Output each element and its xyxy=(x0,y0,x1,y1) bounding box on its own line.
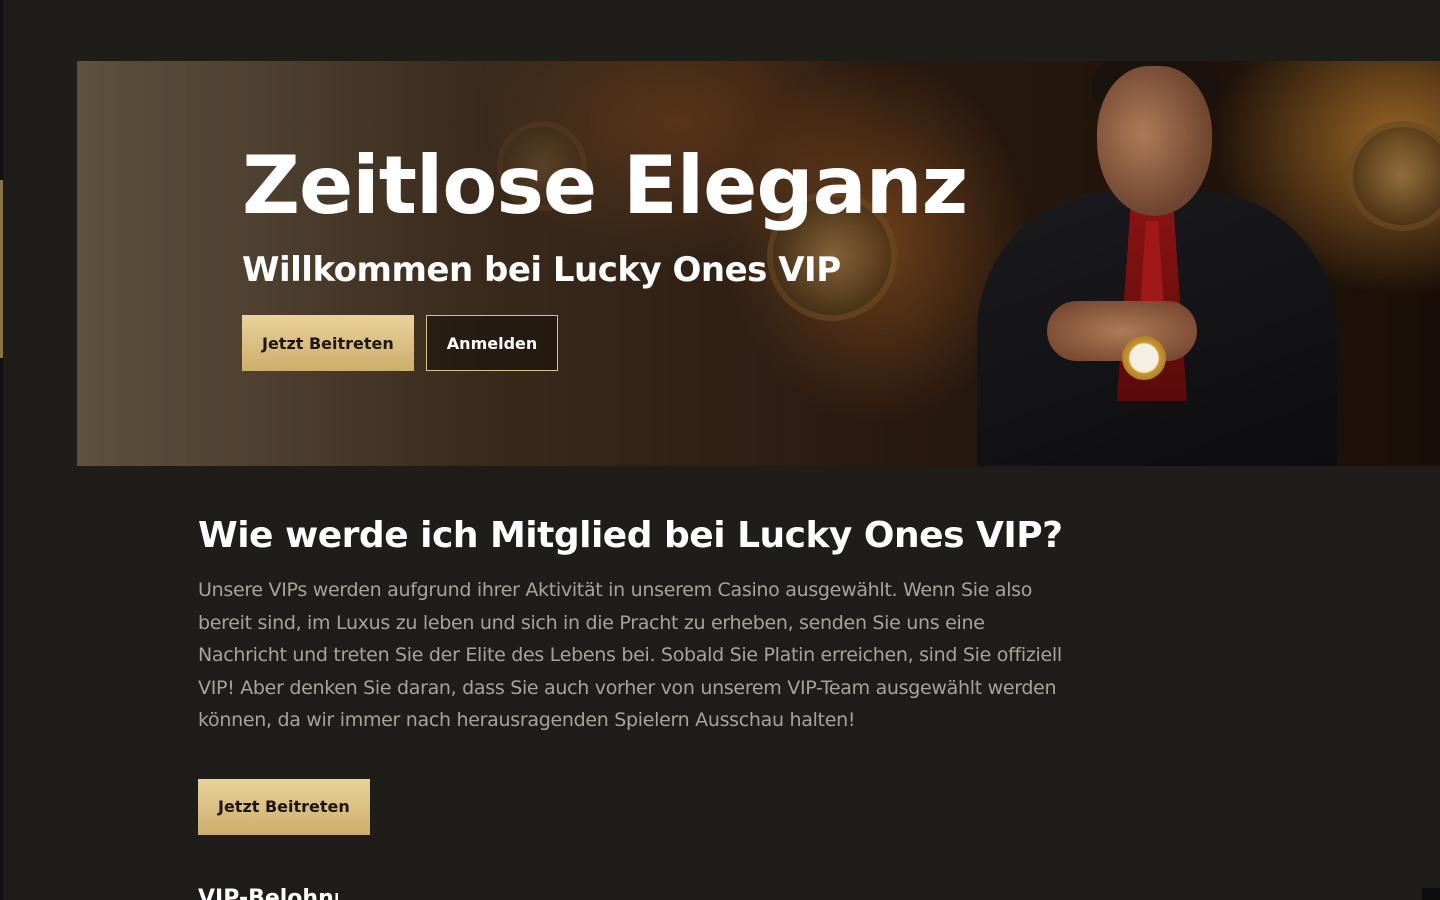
hero-subtitle: Willkommen bei Lucky Ones VIP xyxy=(242,250,841,290)
sidebar-edge-accent xyxy=(0,180,3,358)
rewards-section-title: VIP-Belohnungen xyxy=(198,888,338,900)
page: Zeitlose Eleganz Willkommen bei Lucky On… xyxy=(0,0,1440,900)
hero-buttons: Jetzt Beitreten Anmelden xyxy=(242,315,967,372)
sidebar-edge xyxy=(0,0,3,900)
membership-join-button[interactable]: Jetzt Beitreten xyxy=(198,778,370,835)
face xyxy=(1097,66,1212,216)
watch-icon xyxy=(1122,336,1166,380)
hero-title: Zeitlose Eleganz xyxy=(242,139,968,232)
hero-content: Zeitlose Eleganz Willkommen bei Lucky On… xyxy=(242,139,968,372)
membership-title: Wie werde ich Mitglied bei Lucky Ones VI… xyxy=(198,515,1063,556)
membership-section: Wie werde ich Mitglied bei Lucky Ones VI… xyxy=(198,515,1098,835)
login-button[interactable]: Anmelden xyxy=(425,315,559,372)
hero-banner: Zeitlose Eleganz Willkommen bei Lucky On… xyxy=(77,61,1440,466)
hero-model-image xyxy=(937,61,1357,466)
corner-widget xyxy=(1422,888,1440,900)
membership-description: Unsere VIPs werden aufgrund ihrer Aktivi… xyxy=(198,579,1062,731)
join-button[interactable]: Jetzt Beitreten xyxy=(242,315,414,372)
